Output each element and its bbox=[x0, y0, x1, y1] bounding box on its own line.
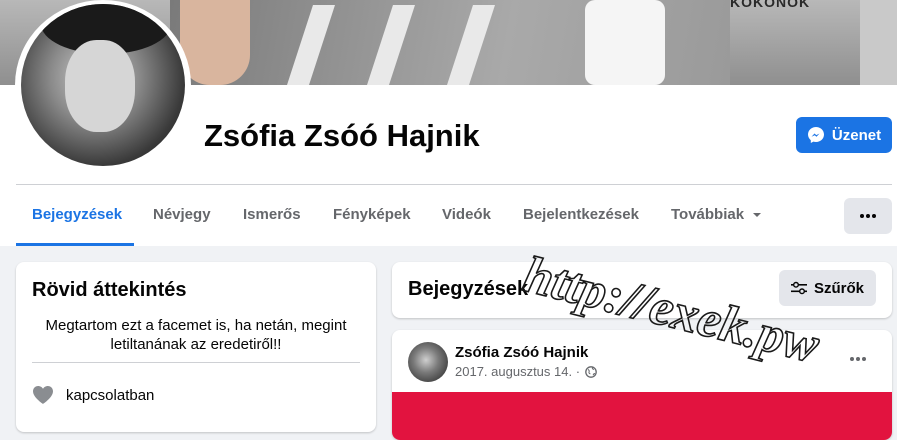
cover-figure bbox=[180, 0, 250, 85]
post-image[interactable] bbox=[392, 392, 892, 440]
watermark: http://exek.pw bbox=[517, 250, 826, 375]
intro-title: Rövid áttekintés bbox=[32, 279, 187, 301]
tab-photos[interactable]: Fényképek bbox=[333, 186, 411, 243]
profile-name: Zsófia Zsóó Hajnik bbox=[204, 118, 480, 153]
tab-posts[interactable]: Bejegyzések bbox=[32, 186, 122, 243]
post-author-avatar[interactable] bbox=[408, 342, 448, 382]
message-button[interactable]: Üzenet bbox=[796, 117, 892, 153]
tab-friends[interactable]: Ismerős bbox=[243, 186, 301, 243]
tab-more[interactable]: Továbbiak bbox=[671, 186, 762, 243]
relationship-row: kapcsolatban bbox=[32, 385, 154, 405]
cover-figure bbox=[585, 0, 665, 85]
more-dots-icon bbox=[850, 357, 866, 361]
more-dots-icon bbox=[860, 214, 876, 218]
relationship-status: kapcsolatban bbox=[66, 386, 155, 404]
tab-videos[interactable]: Videók bbox=[442, 186, 491, 243]
profile-header: KOKONOK Zsófia Zsóó Hajnik Üzenet Bejegy… bbox=[0, 0, 897, 246]
chevron-down-icon bbox=[753, 213, 762, 218]
avatar-face bbox=[65, 40, 135, 132]
tab-check-ins[interactable]: Bejelentkezések bbox=[523, 186, 639, 243]
more-options-button[interactable] bbox=[844, 198, 892, 234]
message-button-label: Üzenet bbox=[831, 126, 882, 144]
heart-icon bbox=[33, 386, 53, 404]
intro-bio: Megtartom ezt a facemet is, ha netán, me… bbox=[45, 317, 347, 353]
header-divider bbox=[16, 184, 892, 185]
tab-about[interactable]: Névjegy bbox=[153, 186, 211, 243]
cover-panel bbox=[860, 0, 897, 85]
cover-sign-text: KOKONOK bbox=[730, 0, 811, 10]
messenger-icon bbox=[807, 127, 824, 143]
profile-avatar[interactable] bbox=[21, 4, 185, 166]
tab-more-label: Továbbiak bbox=[671, 206, 745, 223]
intro-card: Rövid áttekintés Megtartom ezt a facemet… bbox=[16, 262, 376, 432]
watermark-text: http://exek.pw bbox=[518, 250, 825, 375]
post-options-button[interactable] bbox=[843, 349, 873, 369]
intro-divider bbox=[32, 362, 360, 363]
active-tab-indicator bbox=[16, 243, 134, 246]
